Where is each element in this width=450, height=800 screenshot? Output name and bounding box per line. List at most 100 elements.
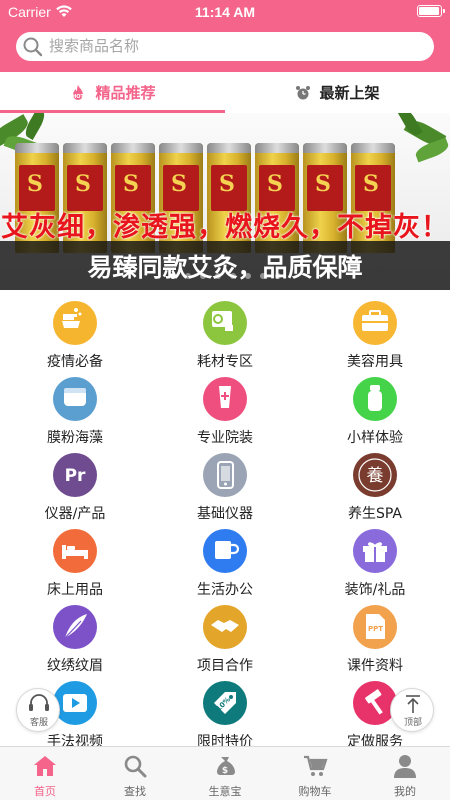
home-icon <box>32 753 58 779</box>
bottom-nav: 首页 查找 $ 生意宝 购物车 我的 <box>0 746 450 800</box>
bed-icon <box>53 529 97 573</box>
carousel-dots[interactable] <box>0 273 450 283</box>
svg-text:HOT: HOT <box>73 94 85 100</box>
leaf-decoration <box>413 137 450 163</box>
feather-icon <box>53 605 97 649</box>
status-bar: Carrier 11:14 AM <box>0 0 450 24</box>
category-label: 装饰/礼品 <box>344 582 406 598</box>
mug-icon <box>203 529 247 573</box>
category-item[interactable]: 生活办公 <box>150 529 300 605</box>
category-label: 床上用品 <box>47 582 103 598</box>
toolbox-icon <box>353 301 397 345</box>
carousel-dot[interactable] <box>274 273 281 279</box>
category-item[interactable]: 美容用具 <box>300 301 450 377</box>
category-item[interactable]: 膜粉海藻 <box>0 377 150 453</box>
tab-newest[interactable]: 最新上架 <box>225 72 450 113</box>
category-label: 纹绣纹眉 <box>47 658 103 674</box>
banner-slogan: 艾灰细，渗透强，燃烧久，不掉灰！ <box>1 212 449 243</box>
category-item[interactable]: PPT 课件资料 <box>300 605 450 681</box>
svg-text:PPT: PPT <box>368 625 383 633</box>
carousel-dot[interactable] <box>244 273 251 279</box>
search-bar[interactable] <box>16 32 434 61</box>
carousel-dot[interactable] <box>184 273 191 279</box>
category-item[interactable]: 耗材专区 <box>150 301 300 377</box>
money-bag-icon: $ <box>212 753 238 779</box>
back-to-top-button[interactable]: 顶部 <box>390 688 434 732</box>
nav-item-home[interactable]: 首页 <box>0 747 90 800</box>
yangsheng-seal-icon: 養 <box>353 453 397 497</box>
category-item[interactable]: 基础仪器 <box>150 453 300 529</box>
tab-label: 精品推荐 <box>95 84 156 102</box>
handshake-icon <box>203 605 247 649</box>
carousel-dot[interactable] <box>169 273 176 279</box>
svg-text:Pr: Pr <box>65 466 86 486</box>
category-label: 专业院装 <box>197 430 253 446</box>
carousel-dot[interactable] <box>229 273 236 279</box>
nav-item-cart[interactable]: 购物车 <box>270 747 360 800</box>
clock: 11:14 AM <box>194 4 256 20</box>
tab-recommended[interactable]: HOT 精品推荐 <box>0 72 225 113</box>
service-label: 客服 <box>29 718 48 728</box>
hand-wash-icon <box>53 301 97 345</box>
search-icon <box>23 37 43 57</box>
carousel-dot[interactable] <box>259 273 266 279</box>
cream-tube-icon <box>203 377 247 421</box>
jar-icon <box>53 377 97 421</box>
app-screen: Carrier 11:14 AM 搜索商品名称 HOT 精品推荐 最新上架 S … <box>0 0 450 800</box>
nav-label: 我的 <box>394 785 416 798</box>
ppt-file-icon: PPT <box>353 605 397 649</box>
header: Carrier 11:14 AM <box>0 0 450 72</box>
category-label: 美容用具 <box>347 354 403 370</box>
gift-icon <box>353 529 397 573</box>
discount-tag-icon: 10% <box>203 681 247 725</box>
svg-text:$: $ <box>222 766 228 776</box>
category-item[interactable]: Pr 仪器/产品 <box>0 453 150 529</box>
category-item[interactable]: 项目合作 <box>150 605 300 681</box>
phone-device-icon <box>203 453 247 497</box>
headset-icon <box>29 694 49 711</box>
category-label: 膜粉海藻 <box>47 430 103 446</box>
category-item[interactable]: 纹绣纹眉 <box>0 605 150 681</box>
tissue-roll-icon <box>203 301 247 345</box>
category-label: 疫情必备 <box>47 354 103 370</box>
nav-item-money-bag[interactable]: $ 生意宝 <box>180 747 270 800</box>
category-label: 养生SPA <box>347 506 402 522</box>
promo-banner[interactable]: S S S S S S S S 艾灰细，渗透强，燃烧久，不掉灰！ 易臻同款艾灸，… <box>0 113 450 290</box>
category-label: 课件资料 <box>347 658 403 674</box>
nav-label: 首页 <box>34 785 56 798</box>
nav-label: 查找 <box>124 785 146 798</box>
search-input[interactable] <box>49 32 419 61</box>
category-item[interactable]: 養养生SPA <box>300 453 450 529</box>
pr-app-icon: Pr <box>53 453 97 497</box>
nav-label: 生意宝 <box>208 785 242 798</box>
category-label: 基础仪器 <box>197 506 253 522</box>
carousel-dot[interactable] <box>214 273 221 279</box>
arrow-up-icon <box>406 695 420 713</box>
tab-label: 最新上架 <box>319 84 380 102</box>
customer-service-button[interactable]: 客服 <box>16 688 60 732</box>
category-item[interactable]: 小样体验 <box>300 377 450 453</box>
alarm-clock-icon <box>296 85 311 99</box>
category-item[interactable]: 疫情必备 <box>0 301 150 377</box>
category-label: 小样体验 <box>347 430 403 446</box>
user-icon <box>392 753 418 779</box>
category-item[interactable]: 床上用品 <box>0 529 150 605</box>
category-label: 仪器/产品 <box>44 506 106 522</box>
battery-icon <box>417 5 445 17</box>
category-item[interactable]: 专业院装 <box>150 377 300 453</box>
category-label: 生活办公 <box>197 582 253 598</box>
category-item[interactable]: 装饰/礼品 <box>300 529 450 605</box>
category-label: 耗材专区 <box>197 354 253 370</box>
nav-label: 购物车 <box>298 785 332 798</box>
leaf-decoration <box>22 113 48 140</box>
cart-icon <box>302 753 328 779</box>
magnifier-icon <box>122 753 148 779</box>
top-label: 顶部 <box>403 718 422 728</box>
carousel-dot[interactable] <box>199 273 206 279</box>
nav-item-magnifier[interactable]: 查找 <box>90 747 180 800</box>
nav-item-user[interactable]: 我的 <box>360 747 450 800</box>
category-label: 项目合作 <box>197 658 253 674</box>
hot-fire-icon: HOT <box>73 84 85 100</box>
tab-bar: HOT 精品推荐 最新上架 <box>0 72 450 113</box>
svg-text:養: 養 <box>367 466 384 486</box>
